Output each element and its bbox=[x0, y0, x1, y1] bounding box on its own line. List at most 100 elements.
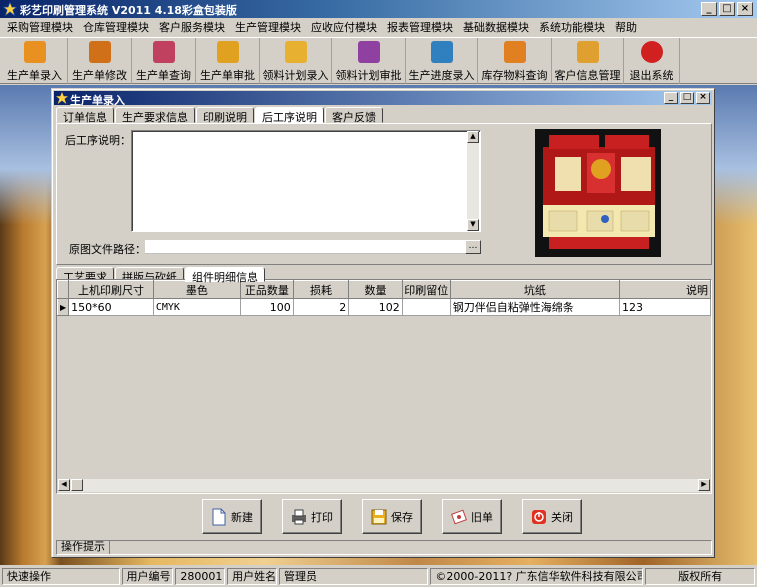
grid-header-row: 上机印刷尺寸 墨色 正品数量 损耗 数量 印刷留位 坑纸 说明 bbox=[57, 280, 711, 299]
toolbar-material-plan-entry-button[interactable]: 领料计划录入 bbox=[260, 38, 332, 84]
menu-item-receivable-payable[interactable]: 应收应付模块 bbox=[306, 19, 382, 35]
menu-item-production[interactable]: 生产管理模块 bbox=[230, 19, 306, 35]
toolbar-progress-entry-button[interactable]: 生产进度录入 bbox=[406, 38, 478, 84]
menu-item-base-data[interactable]: 基础数据模块 bbox=[458, 19, 534, 35]
approve-icon bbox=[216, 41, 239, 63]
main-toolbar: 生产单录入 生产单修改 生产单查询 生产单审批 领料计划录入 领料计划审批 生产… bbox=[0, 37, 757, 84]
grid-corner bbox=[57, 280, 70, 299]
menu-item-help[interactable]: 帮助 bbox=[610, 19, 642, 35]
toolbar-production-edit-button[interactable]: 生产单修改 bbox=[68, 38, 132, 84]
menu-item-system[interactable]: 系统功能模块 bbox=[534, 19, 610, 35]
close-window-button[interactable]: × bbox=[737, 2, 753, 16]
cell-note[interactable]: 123 bbox=[619, 298, 711, 316]
toolbar-material-plan-approve-button[interactable]: 领料计划审批 bbox=[332, 38, 406, 84]
child-maximize-button[interactable]: □ bbox=[680, 92, 694, 104]
old-order-button[interactable]: 旧单 bbox=[442, 499, 502, 534]
column-header-size[interactable]: 上机印刷尺寸 bbox=[68, 280, 154, 299]
maximize-button[interactable]: □ bbox=[719, 2, 735, 16]
packaging-dieline-picture bbox=[535, 129, 661, 257]
cell-good-qty[interactable]: 100 bbox=[240, 298, 294, 316]
production-entry-window: 生产单录入 _ □ × 订单信息 生产要求信息 印刷说明 后工序说明 客户反馈 … bbox=[51, 88, 715, 558]
browse-file-button[interactable]: … bbox=[465, 240, 481, 254]
toolbar-stock-query-button[interactable]: 库存物料查询 bbox=[478, 38, 552, 84]
column-header-qty[interactable]: 数量 bbox=[348, 280, 403, 299]
post-process-textarea[interactable] bbox=[131, 130, 481, 232]
grid-horizontal-scrollbar[interactable]: ◀ ▶ bbox=[58, 479, 710, 492]
progress-chart-icon bbox=[430, 41, 453, 63]
app-title: 彩艺印刷管理系统 V2011 4.18彩盒包装版 bbox=[20, 4, 237, 17]
stock-search-icon bbox=[503, 41, 526, 63]
scroll-thumb[interactable] bbox=[71, 479, 83, 491]
material-approve-icon bbox=[357, 41, 380, 63]
component-grid[interactable]: 上机印刷尺寸 墨色 正品数量 损耗 数量 印刷留位 坑纸 说明 ▶ 150*60… bbox=[56, 279, 712, 494]
toolbar-customer-info-button[interactable]: 客户信息管理 bbox=[552, 38, 624, 84]
minimize-button[interactable]: _ bbox=[701, 2, 717, 16]
action-buttons: 新建 打印 保存 旧单 关闭 bbox=[202, 499, 582, 535]
column-header-loss[interactable]: 损耗 bbox=[292, 280, 350, 299]
window-logo-icon bbox=[56, 92, 68, 104]
column-header-paper[interactable]: 坑纸 bbox=[449, 280, 621, 299]
material-plan-icon bbox=[284, 41, 307, 63]
box-add-icon bbox=[23, 41, 46, 63]
printer-icon bbox=[292, 509, 306, 524]
table-row[interactable]: ▶ 150*60 CMYK 100 2 102 钢刀伴侣自粘弹性海绵条 123 bbox=[57, 298, 711, 316]
copyright-text: ©2000-2011? 广东信华软件科技有限公司 bbox=[430, 567, 644, 585]
child-minimize-button[interactable]: _ bbox=[664, 92, 678, 104]
tab-customer-feedback[interactable]: 客户反馈 bbox=[325, 107, 383, 124]
user-no-value: 280001 bbox=[175, 567, 226, 585]
new-button[interactable]: 新建 bbox=[202, 499, 262, 534]
toolbar-production-entry-button[interactable]: 生产单录入 bbox=[2, 38, 68, 84]
user-name-value: 管理员 bbox=[278, 567, 429, 585]
scroll-up-icon[interactable]: ▲ bbox=[467, 131, 479, 143]
cell-paper[interactable]: 钢刀伴侣自粘弹性海绵条 bbox=[450, 298, 621, 316]
column-header-note[interactable]: 说明 bbox=[619, 280, 711, 299]
path-label: 原图文件路径： bbox=[69, 243, 146, 256]
app-logo-icon bbox=[3, 2, 17, 16]
cell-loss[interactable]: 2 bbox=[293, 298, 350, 316]
post-process-scrollbar[interactable]: ▲ ▼ bbox=[467, 131, 479, 231]
tab-printing-notes[interactable]: 印刷说明 bbox=[196, 107, 254, 124]
menu-bar: 采购管理模块 仓库管理模块 客户服务模块 生产管理模块 应收应付模块 报表管理模… bbox=[0, 18, 757, 36]
toolbar-exit-button[interactable]: 退出系统 bbox=[624, 38, 680, 84]
hint-bar: 操作提示 bbox=[56, 540, 712, 555]
cell-print-margin[interactable] bbox=[402, 298, 451, 316]
post-process-panel: 后工序说明： ▲ ▼ 原图文件路径： … bbox=[56, 123, 712, 265]
child-title: 生产单录入 bbox=[70, 94, 125, 107]
exit-icon bbox=[640, 41, 663, 63]
save-button[interactable]: 保存 bbox=[362, 499, 422, 534]
child-close-button[interactable]: × bbox=[696, 92, 710, 104]
quick-action-label[interactable]: 快速操作 bbox=[2, 567, 120, 585]
cell-size[interactable]: 150*60 bbox=[68, 298, 154, 316]
column-header-print-margin[interactable]: 印刷留位 bbox=[401, 280, 451, 299]
box-edit-icon bbox=[88, 41, 111, 63]
user-name-label: 用户姓名 bbox=[227, 567, 277, 585]
scroll-right-icon[interactable]: ▶ bbox=[698, 479, 710, 491]
new-doc-icon bbox=[212, 508, 226, 525]
hint-label: 操作提示 bbox=[57, 541, 110, 554]
toolbar-production-query-button[interactable]: 生产单查询 bbox=[132, 38, 196, 84]
original-file-path-input[interactable] bbox=[145, 240, 481, 254]
app-titlebar: 彩艺印刷管理系统 V2011 4.18彩盒包装版 _ □ × bbox=[0, 0, 757, 18]
tab-component-details[interactable]: 组件明细信息 bbox=[185, 267, 265, 284]
menu-item-warehouse[interactable]: 仓库管理模块 bbox=[78, 19, 154, 35]
menu-item-customer-service[interactable]: 客户服务模块 bbox=[154, 19, 230, 35]
order-tabs: 订单信息 生产要求信息 印刷说明 后工序说明 客户反馈 bbox=[56, 107, 384, 124]
close-button[interactable]: 关闭 bbox=[522, 499, 582, 534]
user-no-label: 用户编号 bbox=[121, 567, 174, 585]
status-bar: 快速操作 用户编号 280001 用户姓名 管理员 ©2000-2011? 广东… bbox=[0, 565, 757, 587]
product-preview-image bbox=[535, 129, 661, 257]
toolbar-production-approve-button[interactable]: 生产单审批 bbox=[196, 38, 260, 84]
cell-qty[interactable]: 102 bbox=[348, 298, 403, 316]
tab-order-info[interactable]: 订单信息 bbox=[56, 107, 114, 124]
close-icon bbox=[532, 509, 546, 524]
menu-item-purchase[interactable]: 采购管理模块 bbox=[2, 19, 78, 35]
menu-item-reports[interactable]: 报表管理模块 bbox=[382, 19, 458, 35]
cell-ink[interactable]: CMYK bbox=[153, 298, 241, 316]
tab-production-requirements[interactable]: 生产要求信息 bbox=[115, 107, 195, 124]
component-table: 上机印刷尺寸 墨色 正品数量 损耗 数量 印刷留位 坑纸 说明 ▶ 150*60… bbox=[57, 280, 711, 316]
scroll-left-icon[interactable]: ◀ bbox=[58, 479, 70, 491]
tab-post-process-notes[interactable]: 后工序说明 bbox=[255, 107, 324, 124]
scroll-down-icon[interactable]: ▼ bbox=[467, 219, 479, 231]
print-button[interactable]: 打印 bbox=[282, 499, 342, 534]
row-indicator-icon[interactable]: ▶ bbox=[57, 298, 70, 316]
